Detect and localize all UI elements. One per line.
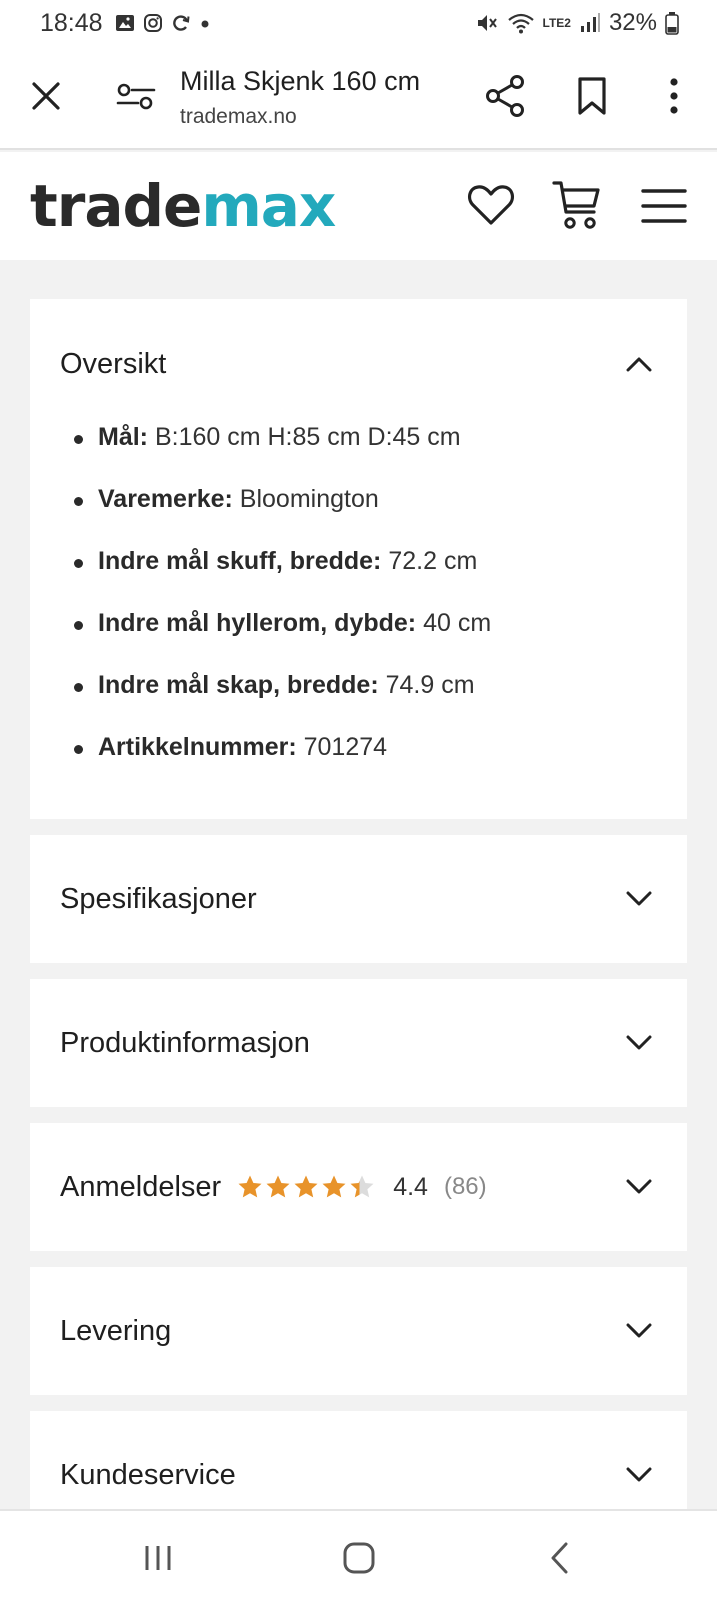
overview-list: Mål: B:160 cm H:85 cm D:45 cm Varemerke:…: [30, 423, 687, 795]
spec-value: 40 cm: [423, 609, 492, 637]
more-options-icon[interactable]: [662, 76, 686, 116]
address-area[interactable]: Milla Skjenk 160 cm trademax.no: [180, 66, 450, 129]
list-item: Indre mål hyllerom, dybde: 40 cm: [70, 609, 687, 671]
recent-apps-icon[interactable]: [142, 1543, 174, 1573]
site-settings-icon[interactable]: [114, 76, 158, 116]
logo-text-max: max: [201, 172, 336, 240]
delivery-title: Levering: [60, 1314, 172, 1347]
chevron-down-icon: [626, 1467, 652, 1482]
instagram-icon: [143, 14, 162, 32]
sync-icon: [172, 15, 190, 31]
spec-label: Varemerke:: [98, 485, 233, 513]
page: 18:48 LTE2 32% Milla Skjenk 160 cm trade…: [0, 0, 717, 1599]
home-icon[interactable]: [342, 1541, 376, 1575]
network-type: LTE2: [542, 16, 571, 30]
reviews-section: Anmeldelser 4.4 (86): [30, 1123, 687, 1251]
specifications-header[interactable]: Spesifikasjoner: [30, 835, 687, 963]
product-info-section: Produktinformasjon: [30, 979, 687, 1107]
specifications-section: Spesifikasjoner: [30, 835, 687, 963]
star-icon: [266, 1175, 290, 1198]
product-info-header[interactable]: Produktinformasjon: [30, 979, 687, 1107]
reviews-header[interactable]: Anmeldelser 4.4 (86): [30, 1123, 687, 1251]
star-icon: [322, 1175, 346, 1198]
chevron-down-icon: [626, 1035, 652, 1050]
chevron-up-icon: [626, 357, 652, 372]
chevron-down-icon: [626, 1323, 652, 1338]
list-item: Artikkelnummer: 701274: [70, 733, 687, 795]
spec-label: Artikkelnummer:: [98, 733, 297, 761]
chevron-down-icon: [626, 1179, 652, 1194]
wifi-icon: [507, 13, 534, 34]
mute-icon: [477, 15, 497, 31]
close-tab-icon[interactable]: [26, 76, 66, 116]
star-icon: [294, 1175, 318, 1198]
specifications-title: Spesifikasjoner: [60, 882, 257, 915]
status-bar: 18:48 LTE2 32%: [0, 0, 717, 46]
overview-section: Oversikt Mål: B:160 cm H:85 cm D:45 cm V…: [30, 299, 687, 819]
spec-value: 701274: [303, 733, 388, 761]
spec-value: 72.2 cm: [388, 547, 478, 575]
battery-percent: 32%: [608, 9, 657, 36]
star-rating: [237, 1174, 375, 1200]
list-item: Indre mål skuff, bredde: 72.2 cm: [70, 547, 687, 609]
wishlist-heart-icon[interactable]: [466, 180, 516, 230]
signal-icon: [580, 13, 600, 32]
dot-icon: [201, 20, 209, 28]
status-time: 18:48: [40, 8, 103, 37]
system-nav-bar: [0, 1509, 717, 1599]
customer-service-title: Kundeservice: [60, 1458, 236, 1491]
delivery-section: Levering: [30, 1267, 687, 1395]
trademax-logo[interactable]: trademax: [30, 172, 336, 240]
logo-text-trade: trade: [30, 172, 202, 240]
chevron-down-icon: [626, 891, 652, 906]
battery-icon: [665, 12, 679, 35]
spec-label: Mål:: [98, 423, 148, 451]
review-rating: 4.4 (86): [237, 1172, 487, 1202]
share-icon[interactable]: [484, 74, 526, 118]
spec-value: Bloomington: [239, 485, 379, 513]
rating-value: 4.4: [393, 1172, 428, 1201]
reviews-title: Anmeldelser: [60, 1170, 222, 1203]
spec-label: Indre mål skuff, bredde:: [98, 547, 382, 575]
product-info-title: Produktinformasjon: [60, 1026, 310, 1059]
list-item: Mål: B:160 cm H:85 cm D:45 cm: [70, 423, 687, 485]
spec-value: B:160 cm H:85 cm D:45 cm: [154, 423, 461, 451]
cart-icon[interactable]: [552, 178, 602, 232]
status-right: LTE2 32%: [475, 9, 680, 37]
delivery-header[interactable]: Levering: [30, 1267, 687, 1395]
overview-title: Oversikt: [60, 347, 167, 380]
bookmark-icon[interactable]: [574, 76, 610, 116]
browser-toolbar: Milla Skjenk 160 cm trademax.no: [0, 46, 717, 150]
spec-value: 74.9 cm: [385, 671, 475, 699]
back-icon[interactable]: [548, 1541, 570, 1575]
page-url: trademax.no: [180, 105, 297, 128]
review-count: (86): [443, 1173, 487, 1200]
overview-header[interactable]: Oversikt: [30, 299, 687, 429]
spec-label: Indre mål hyllerom, dybde:: [98, 609, 417, 637]
list-item: Varemerke: Bloomington: [70, 485, 687, 547]
page-title: Milla Skjenk 160 cm: [180, 66, 421, 96]
star-icon: [238, 1175, 262, 1198]
site-header: trademax: [0, 152, 717, 260]
gallery-icon: [115, 15, 134, 31]
spec-label: Indre mål skap, bredde:: [98, 671, 379, 699]
notification-icons: [115, 13, 211, 33]
list-item: Indre mål skap, bredde: 74.9 cm: [70, 671, 687, 733]
star-icon: [350, 1175, 374, 1198]
hamburger-menu-icon[interactable]: [640, 186, 688, 226]
